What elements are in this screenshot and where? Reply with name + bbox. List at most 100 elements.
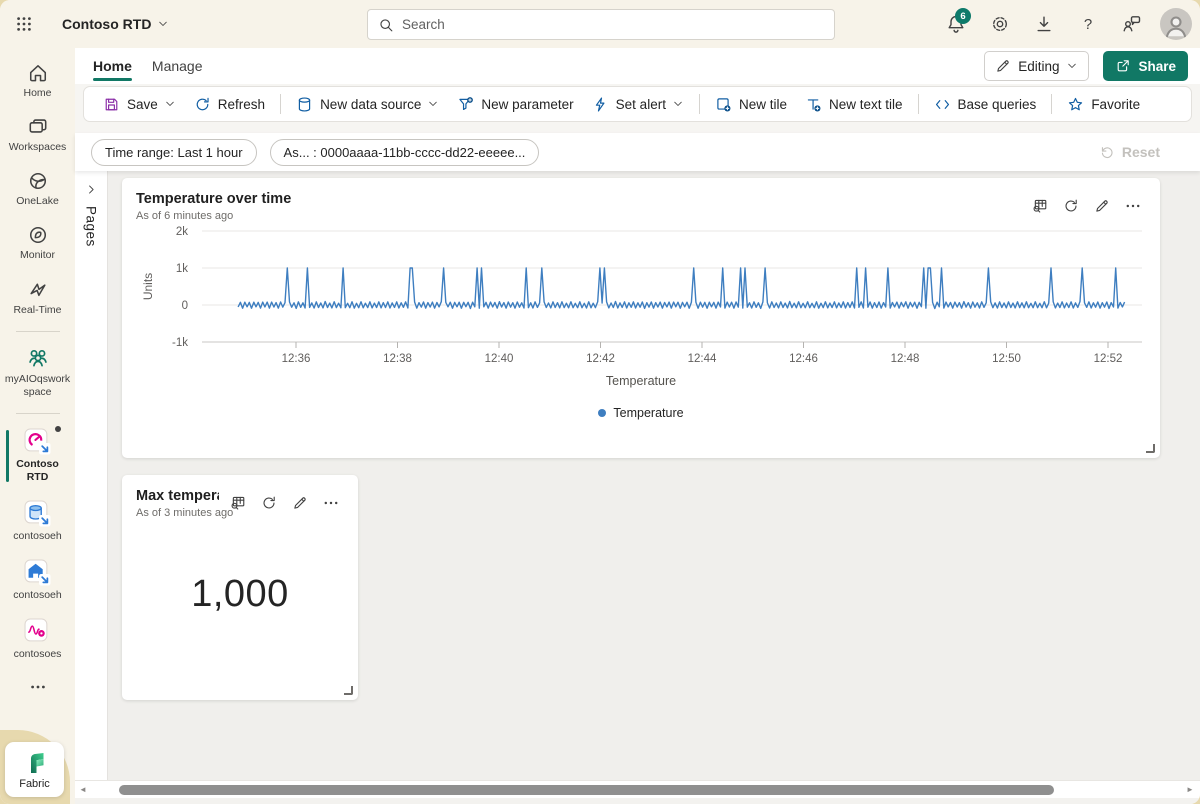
favorite-button[interactable]: Favorite	[1058, 90, 1149, 118]
refresh-tile-button[interactable]	[1058, 193, 1084, 219]
parameter-pill[interactable]: As... : 0000aaaa-11bb-cccc-dd22-eeeee...	[270, 139, 540, 166]
scrollbar-track[interactable]	[93, 785, 1180, 794]
home-icon	[27, 62, 49, 84]
legend-dot	[598, 409, 606, 417]
sidebar-item-realtime[interactable]: Real-Time	[0, 273, 75, 323]
svg-text:?: ?	[1084, 16, 1092, 33]
set-alert-button[interactable]: Set alert	[583, 90, 693, 118]
svg-text:0: 0	[182, 300, 188, 312]
settings-button[interactable]	[980, 4, 1020, 44]
svg-text:12:42: 12:42	[586, 353, 615, 365]
stat-tile-asof: As of 3 minutes ago	[136, 507, 219, 519]
chevron-down-icon	[157, 18, 169, 30]
share-label: Share	[1138, 59, 1176, 74]
share-button[interactable]: Share	[1103, 51, 1188, 81]
scroll-left-arrow[interactable]: ◄	[75, 782, 91, 798]
edit-tile-button[interactable]	[287, 490, 313, 516]
time-range-label: Time range: Last 1 hour	[105, 145, 243, 160]
sidebar-item-myaioqsworkspace[interactable]: myAIOqsworkspace	[0, 340, 75, 405]
search-input[interactable]	[402, 17, 824, 32]
workspaces-icon	[27, 116, 49, 138]
feedback-button[interactable]	[1112, 4, 1152, 44]
share-icon	[1115, 58, 1131, 74]
notifications-button[interactable]: 6	[936, 4, 976, 44]
refresh-tile-button[interactable]	[256, 490, 282, 516]
filter-bar: Time range: Last 1 hour As... : 0000aaaa…	[75, 133, 1200, 171]
editing-mode-button[interactable]: Editing	[984, 51, 1089, 81]
sidebar-item-home[interactable]: Home	[0, 56, 75, 106]
sidebar-item-label: OneLake	[16, 195, 59, 208]
chevron-down-icon	[1066, 60, 1078, 72]
parameter-label: As... : 0000aaaa-11bb-cccc-dd22-eeeee...	[284, 145, 526, 160]
downloads-button[interactable]	[1024, 4, 1064, 44]
main-area: Home Manage Editing Share SaveRefresh New…	[75, 48, 1200, 804]
fabric-home-button[interactable]: Fabric	[5, 742, 64, 797]
explore-data-button[interactable]	[1027, 193, 1053, 219]
scrollbar-thumb[interactable]	[119, 785, 1054, 795]
toolbar-wrap: SaveRefresh New data source New parameter S…	[75, 84, 1200, 133]
top-bar: Contoso RTD 6 ?	[0, 0, 1200, 48]
sidebar-item-contosoeh-house[interactable]: contosoeh	[0, 553, 75, 608]
account-avatar[interactable]	[1160, 8, 1192, 40]
code-icon	[934, 96, 951, 113]
refresh-icon	[194, 96, 211, 113]
toolbar-item-label: New data source	[320, 97, 421, 112]
sidebar-item-contosoes[interactable]: contosoes	[0, 612, 75, 667]
tile-more-button[interactable]	[318, 490, 344, 516]
svg-text:12:36: 12:36	[282, 353, 311, 365]
sidebar-item-contosoeh-db[interactable]: contosoeh	[0, 494, 75, 549]
chart-xaxis-title: Temperature	[122, 374, 1160, 388]
app-shell: Contoso RTD 6 ? HomeWorkspaces OneLake Mon…	[0, 0, 1200, 804]
app-title: Contoso RTD	[62, 16, 151, 32]
save-button[interactable]: Save	[94, 90, 185, 118]
sidebar-item-label: Contoso RTD	[5, 458, 71, 484]
new-data-source-button[interactable]: New data source	[287, 90, 448, 118]
alert-icon	[592, 96, 609, 113]
sidebar-item-label: contosoeh	[13, 530, 61, 543]
new-text-tile-button[interactable]: New text tile	[796, 90, 912, 118]
tile-resize-handle[interactable]	[344, 686, 353, 695]
refresh-button[interactable]: Refresh	[185, 90, 274, 118]
person-icon	[1161, 10, 1191, 40]
stat-value: 1,000	[191, 573, 289, 616]
notification-dot	[55, 426, 61, 432]
sidebar-item-workspaces[interactable]: Workspaces	[0, 110, 75, 160]
reset-button[interactable]: Reset	[1099, 144, 1160, 160]
tile-more-button[interactable]	[1120, 193, 1146, 219]
help-button[interactable]: ?	[1068, 4, 1108, 44]
chevron-down-icon	[164, 98, 176, 110]
save-icon	[103, 96, 120, 113]
sidebar-item-contoso-rtd[interactable]: Contoso RTD	[0, 422, 75, 490]
toolbar-item-label: Base queries	[958, 97, 1037, 112]
new-tile-button[interactable]: New tile	[706, 90, 796, 118]
new-parameter-button[interactable]: New parameter	[448, 90, 582, 118]
sidebar-item-monitor[interactable]: Monitor	[0, 218, 75, 268]
scroll-right-arrow[interactable]: ►	[1182, 782, 1198, 798]
chart-legend[interactable]: Temperature	[122, 406, 1160, 420]
pencil-icon	[1094, 198, 1110, 214]
tab-manage[interactable]: Manage	[142, 48, 213, 84]
tile-temperature-over-time: Temperature over time As of 6 minutes ag…	[122, 178, 1160, 458]
sidebar-item-label: Monitor	[20, 249, 55, 262]
app-title-menu[interactable]: Contoso RTD	[62, 16, 169, 32]
horizontal-scrollbar[interactable]: ◄ ►	[75, 780, 1200, 798]
tab-manage-label: Manage	[152, 58, 203, 74]
sidebar-item-more[interactable]	[0, 672, 75, 702]
temperature-line-chart[interactable]: 2k1k0-1k12:3612:3812:4012:4212:4412:4612…	[122, 222, 1160, 372]
svg-text:12:40: 12:40	[485, 353, 514, 365]
explore-data-button[interactable]	[225, 490, 251, 516]
time-range-pill[interactable]: Time range: Last 1 hour	[91, 139, 257, 166]
base-queries-button[interactable]: Base queries	[925, 90, 1046, 118]
toolbar-item-label: Set alert	[616, 97, 666, 112]
sidebar-item-onelake[interactable]: OneLake	[0, 164, 75, 214]
new-tile-icon	[715, 96, 732, 113]
chart-tile-title: Temperature over time	[136, 191, 1027, 207]
toolbar-divider	[918, 94, 919, 114]
edit-tile-button[interactable]	[1089, 193, 1115, 219]
tile-resize-handle[interactable]	[1146, 444, 1155, 453]
sidebar-item-label: myAIOqsworkspace	[5, 373, 71, 399]
app-launcher-icon[interactable]	[0, 0, 48, 48]
chevron-down-icon	[427, 98, 439, 110]
pages-expand-button[interactable]	[85, 183, 98, 196]
tab-home[interactable]: Home	[83, 48, 142, 84]
